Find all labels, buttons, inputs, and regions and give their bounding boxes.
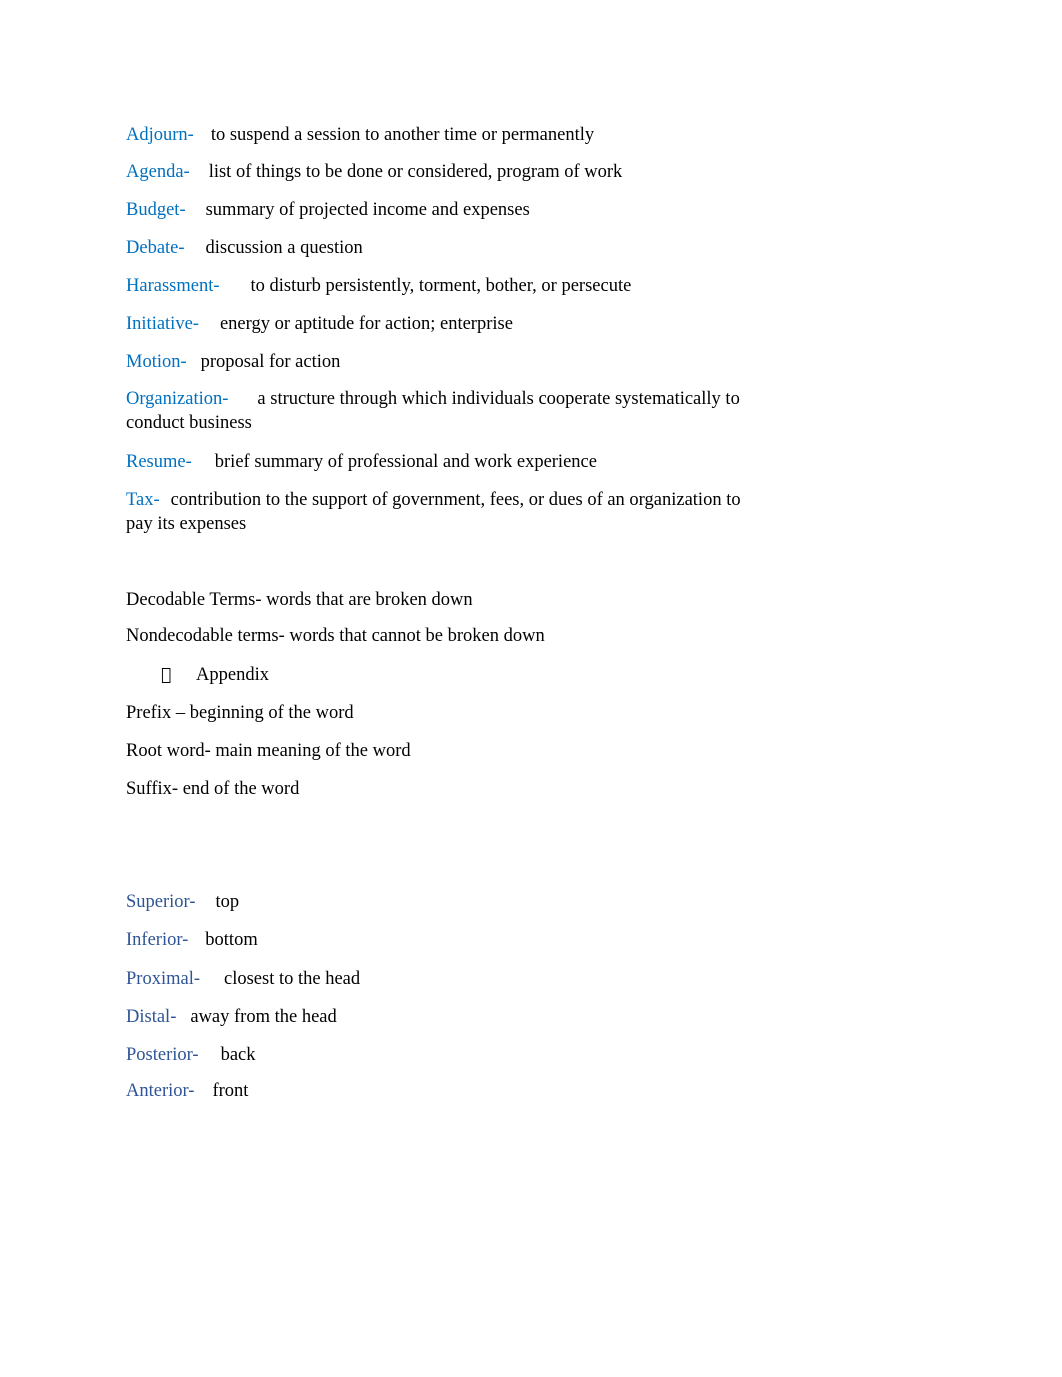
term-label: Proximal-	[126, 969, 200, 989]
term-definition: proposal for action	[200, 352, 341, 372]
definition-proximal: Proximal-closest to the head	[126, 967, 360, 991]
term-definition: energy or aptitude for action; enterpris…	[219, 314, 513, 334]
definition-budget: Budget-summary of projected income and e…	[126, 198, 530, 222]
bullet-item-appendix: Appendix	[196, 665, 269, 685]
term-definition: away from the head	[190, 1007, 337, 1027]
bullet-icon: 	[161, 663, 171, 687]
term-definition: front	[212, 1081, 249, 1101]
definition-initiative: Initiative-energy or aptitude for action…	[126, 312, 513, 336]
definition-agenda: Agenda-list of things to be done or cons…	[126, 160, 622, 184]
term-label: Posterior-	[126, 1045, 199, 1065]
term-definition: summary of projected income and expenses	[205, 200, 530, 220]
term-definition: contribution to the support of governmen…	[126, 490, 741, 534]
term-definition: bottom	[205, 930, 258, 950]
prefix-line: Prefix – beginning of the word	[126, 703, 354, 723]
term-label: Organization-	[126, 389, 229, 409]
term-label: Debate-	[126, 238, 185, 258]
definition-organization: Organization-a structure through which i…	[126, 387, 766, 435]
term-label: Initiative-	[126, 314, 199, 334]
definition-superior: Superior-top	[126, 890, 239, 914]
term-label: Inferior-	[126, 930, 189, 950]
definition-tax: Tax-contribution to the support of gover…	[126, 488, 766, 536]
term-definition: discussion a question	[205, 238, 363, 258]
term-label: Adjourn-	[126, 125, 194, 145]
definition-harassment: Harassment-to disturb persistently, torm…	[126, 274, 631, 298]
term-label: Agenda-	[126, 162, 190, 182]
term-definition: top	[215, 892, 240, 912]
term-label: Anterior-	[126, 1081, 195, 1101]
suffix-line: Suffix- end of the word	[126, 779, 300, 799]
document-page: Adjourn-to suspend a session to another …	[0, 0, 1062, 1377]
term-label: Distal-	[126, 1007, 177, 1027]
definition-distal: Distal-away from the head	[126, 1005, 337, 1029]
term-label: Harassment-	[126, 276, 220, 296]
definition-inferior: Inferior-bottom	[126, 928, 258, 952]
nondecodable-terms-line: Nondecodable terms- words that cannot be…	[126, 626, 545, 646]
term-label: Tax-	[126, 490, 160, 510]
term-definition: closest to the head	[224, 969, 361, 989]
decodable-terms-line: Decodable Terms- words that are broken d…	[126, 590, 473, 610]
definition-debate: Debate-discussion a question	[126, 236, 363, 260]
term-label: Superior-	[126, 892, 196, 912]
definition-motion: Motion-proposal for action	[126, 350, 340, 374]
term-definition: brief summary of professional and work e…	[214, 452, 597, 472]
definition-resume: Resume-brief summary of professional and…	[126, 450, 597, 474]
term-label: Resume-	[126, 452, 192, 472]
term-definition: to suspend a session to another time or …	[210, 125, 595, 145]
term-definition: list of things to be done or considered,…	[208, 162, 623, 182]
root-word-line: Root word- main meaning of the word	[126, 741, 411, 761]
term-label: Motion-	[126, 352, 187, 372]
definition-posterior: Posterior-back	[126, 1043, 256, 1067]
term-definition: to disturb persistently, torment, bother…	[250, 276, 632, 296]
definition-adjourn: Adjourn-to suspend a session to another …	[126, 123, 594, 147]
definition-anterior: Anterior-front	[126, 1079, 248, 1103]
term-definition: back	[220, 1045, 256, 1065]
term-label: Budget-	[126, 200, 186, 220]
